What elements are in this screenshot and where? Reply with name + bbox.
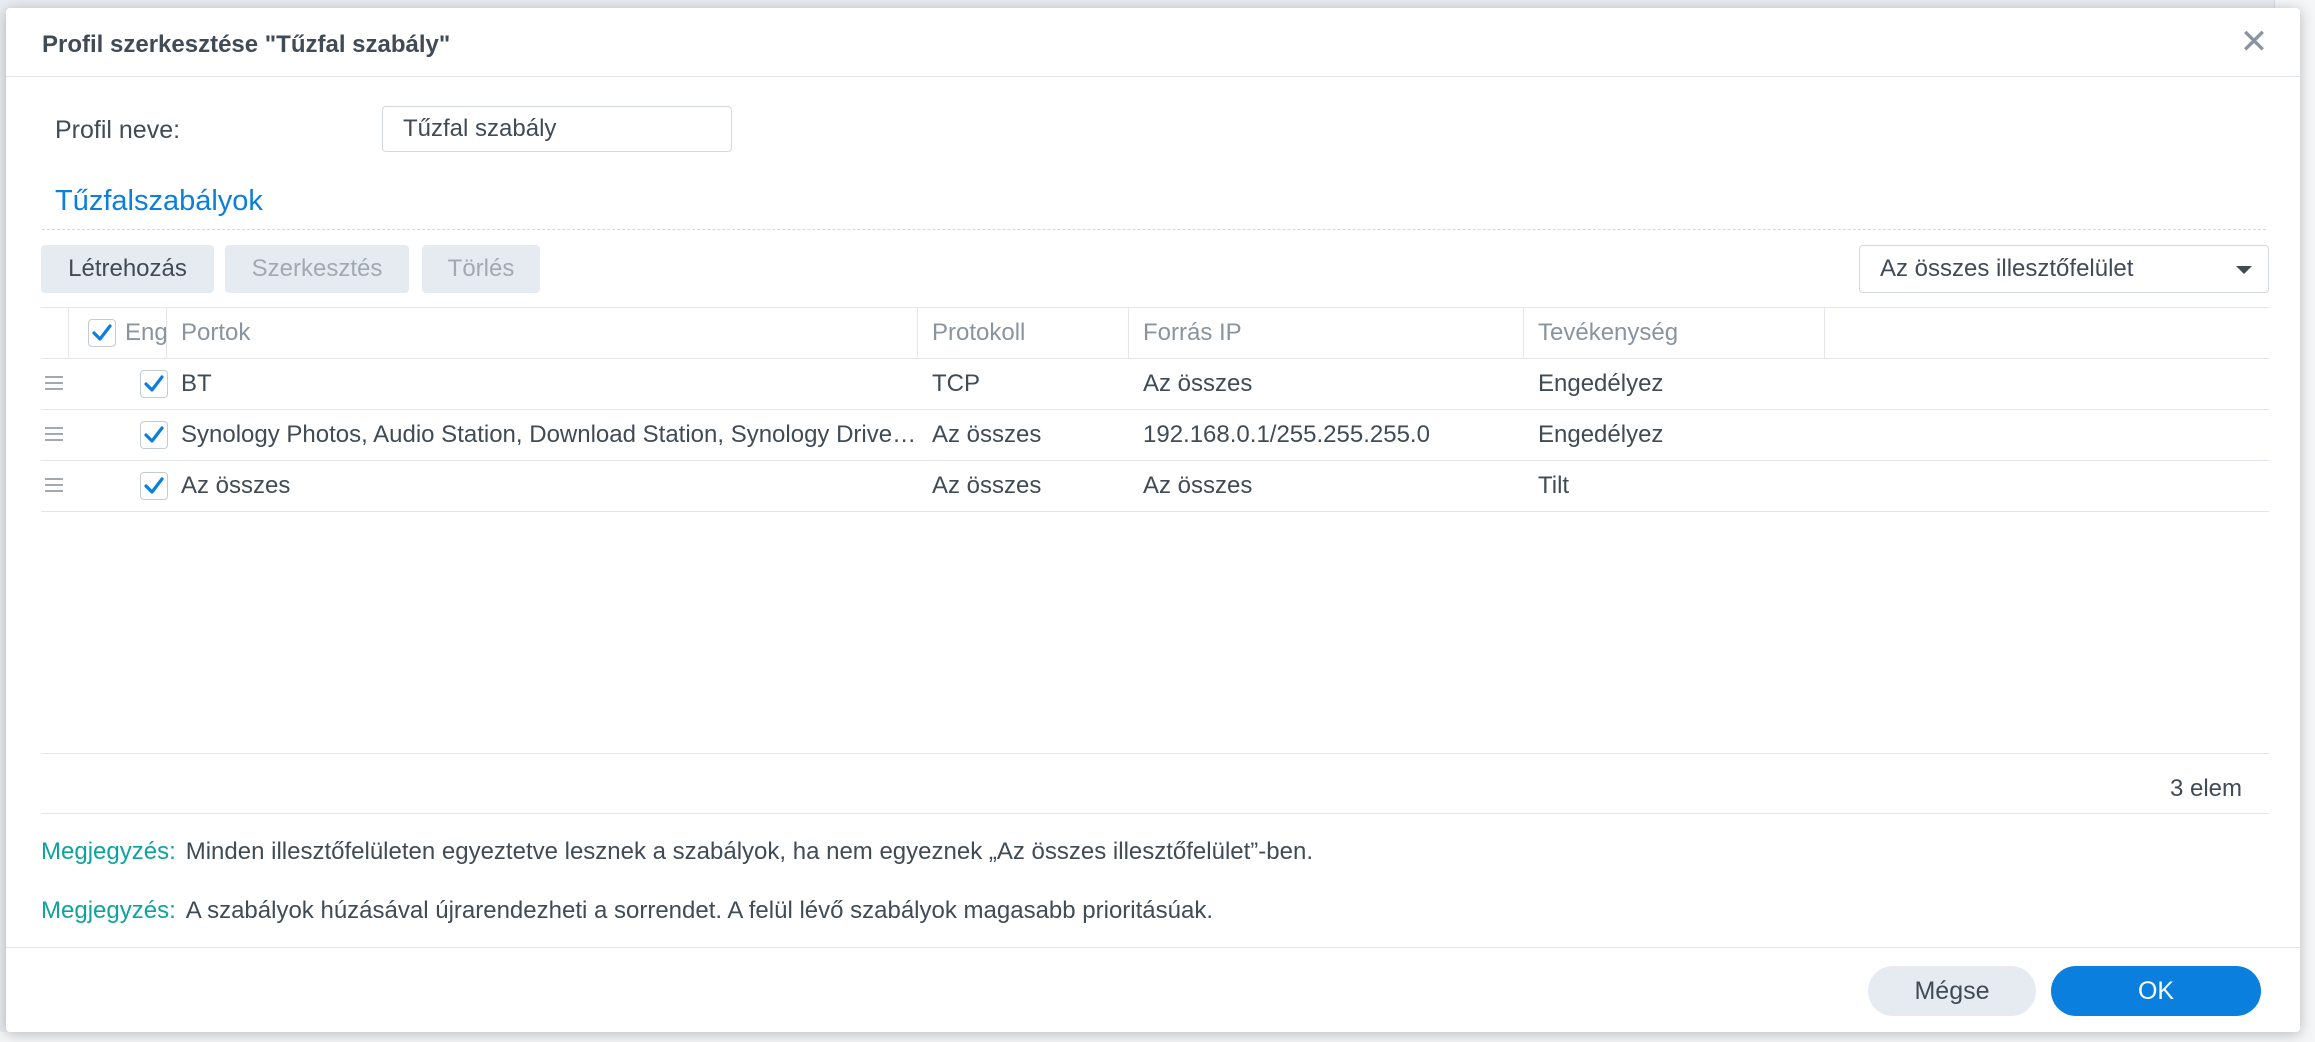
- table-row[interactable]: Az összes Az összes Az összes Tilt: [41, 461, 2269, 512]
- note-text: Minden illesztőfelületen egyeztetve lesz…: [185, 838, 1313, 865]
- cell-action: Engedélyez: [1538, 421, 1664, 448]
- cell-ports: Synology Photos, Audio Station, Download…: [181, 421, 918, 448]
- firewall-rules-section-title: Tűzfalszabályok: [55, 185, 263, 217]
- dropdown-caret-icon: [2236, 266, 2252, 274]
- interface-select-value: Az összes illesztőfelület: [1880, 255, 2134, 282]
- checkbox-checked-icon: [144, 375, 164, 392]
- checkbox-checked-icon: [144, 426, 164, 443]
- profile-name-label: Profil neve:: [55, 116, 181, 144]
- checkbox-checked-icon: [144, 477, 164, 494]
- cell-source-ip: 192.168.0.1/255.255.255.0: [1143, 421, 1430, 448]
- column-header-enabled-label: Enge...: [125, 319, 167, 346]
- note-text: A szabályok húzásával újrarendezheti a s…: [185, 897, 1213, 924]
- note-priority: Megjegyzés: A szabályok húzásával újraren…: [41, 897, 1213, 925]
- cell-protocol: Az összes: [932, 472, 1042, 499]
- grid-bottom-divider: [41, 813, 2269, 814]
- cell-action: Tilt: [1538, 472, 1570, 499]
- item-count: 3 elem: [2169, 775, 2242, 802]
- delete-button[interactable]: Törlés: [422, 245, 540, 293]
- cancel-button[interactable]: Mégse: [1868, 966, 2036, 1016]
- ok-button[interactable]: OK: [2051, 966, 2261, 1016]
- column-header-ports[interactable]: Portok: [167, 308, 918, 358]
- row-enabled-checkbox[interactable]: [140, 370, 168, 398]
- column-header-protocol[interactable]: Protokoll: [918, 308, 1129, 358]
- firewall-rules-grid: Enge... Portok Protokoll Forrás IP Tevék…: [41, 307, 2269, 512]
- interface-select[interactable]: Az összes illesztőfelület: [1859, 245, 2269, 293]
- table-row[interactable]: Synology Photos, Audio Station, Download…: [41, 410, 2269, 461]
- section-divider: [42, 229, 2266, 230]
- note-interfaces: Megjegyzés: Minden illesztőfelületen egye…: [41, 838, 1313, 866]
- column-header-enabled[interactable]: Enge...: [69, 308, 167, 358]
- cell-source-ip: Az összes: [1143, 370, 1253, 397]
- column-header-action[interactable]: Tevékenység: [1524, 308, 1825, 358]
- checkbox-checked-icon: [92, 324, 112, 341]
- cell-action: Engedélyez: [1538, 370, 1664, 397]
- create-button[interactable]: Létrehozás: [41, 245, 214, 293]
- profile-name-input[interactable]: [382, 106, 732, 152]
- note-label: Megjegyzés:: [41, 897, 176, 924]
- edit-button[interactable]: Szerkesztés: [225, 245, 409, 293]
- row-enabled-checkbox[interactable]: [140, 421, 168, 449]
- column-header-source-ip[interactable]: Forrás IP: [1129, 308, 1524, 358]
- drag-column-header: [41, 308, 69, 358]
- drag-handle-icon[interactable]: [45, 372, 63, 396]
- cell-protocol: TCP: [932, 370, 980, 397]
- row-enabled-checkbox[interactable]: [140, 472, 168, 500]
- dialog-title: Profil szerkesztése "Tűzfal szabály": [42, 31, 451, 58]
- edit-profile-dialog: Profil szerkesztése "Tűzfal szabály" ✕ P…: [6, 8, 2300, 1032]
- dialog-titlebar: Profil szerkesztése "Tűzfal szabály" ✕: [6, 8, 2300, 77]
- grid-footer-divider: [41, 753, 2269, 754]
- footer-divider: [6, 947, 2300, 948]
- drag-handle-icon[interactable]: [45, 474, 63, 498]
- drag-handle-icon[interactable]: [45, 423, 63, 447]
- note-label: Megjegyzés:: [41, 838, 176, 865]
- table-row[interactable]: BT TCP Az összes Engedélyez: [41, 359, 2269, 410]
- cell-source-ip: Az összes: [1143, 472, 1253, 499]
- grid-header: Enge... Portok Protokoll Forrás IP Tevék…: [41, 307, 2269, 359]
- cell-ports: Az összes: [181, 472, 291, 499]
- cell-ports: BT: [181, 370, 212, 397]
- select-all-checkbox[interactable]: [88, 319, 116, 347]
- background-window-bottom: [0, 1032, 2315, 1042]
- close-icon[interactable]: ✕: [2234, 22, 2274, 62]
- cell-protocol: Az összes: [932, 421, 1042, 448]
